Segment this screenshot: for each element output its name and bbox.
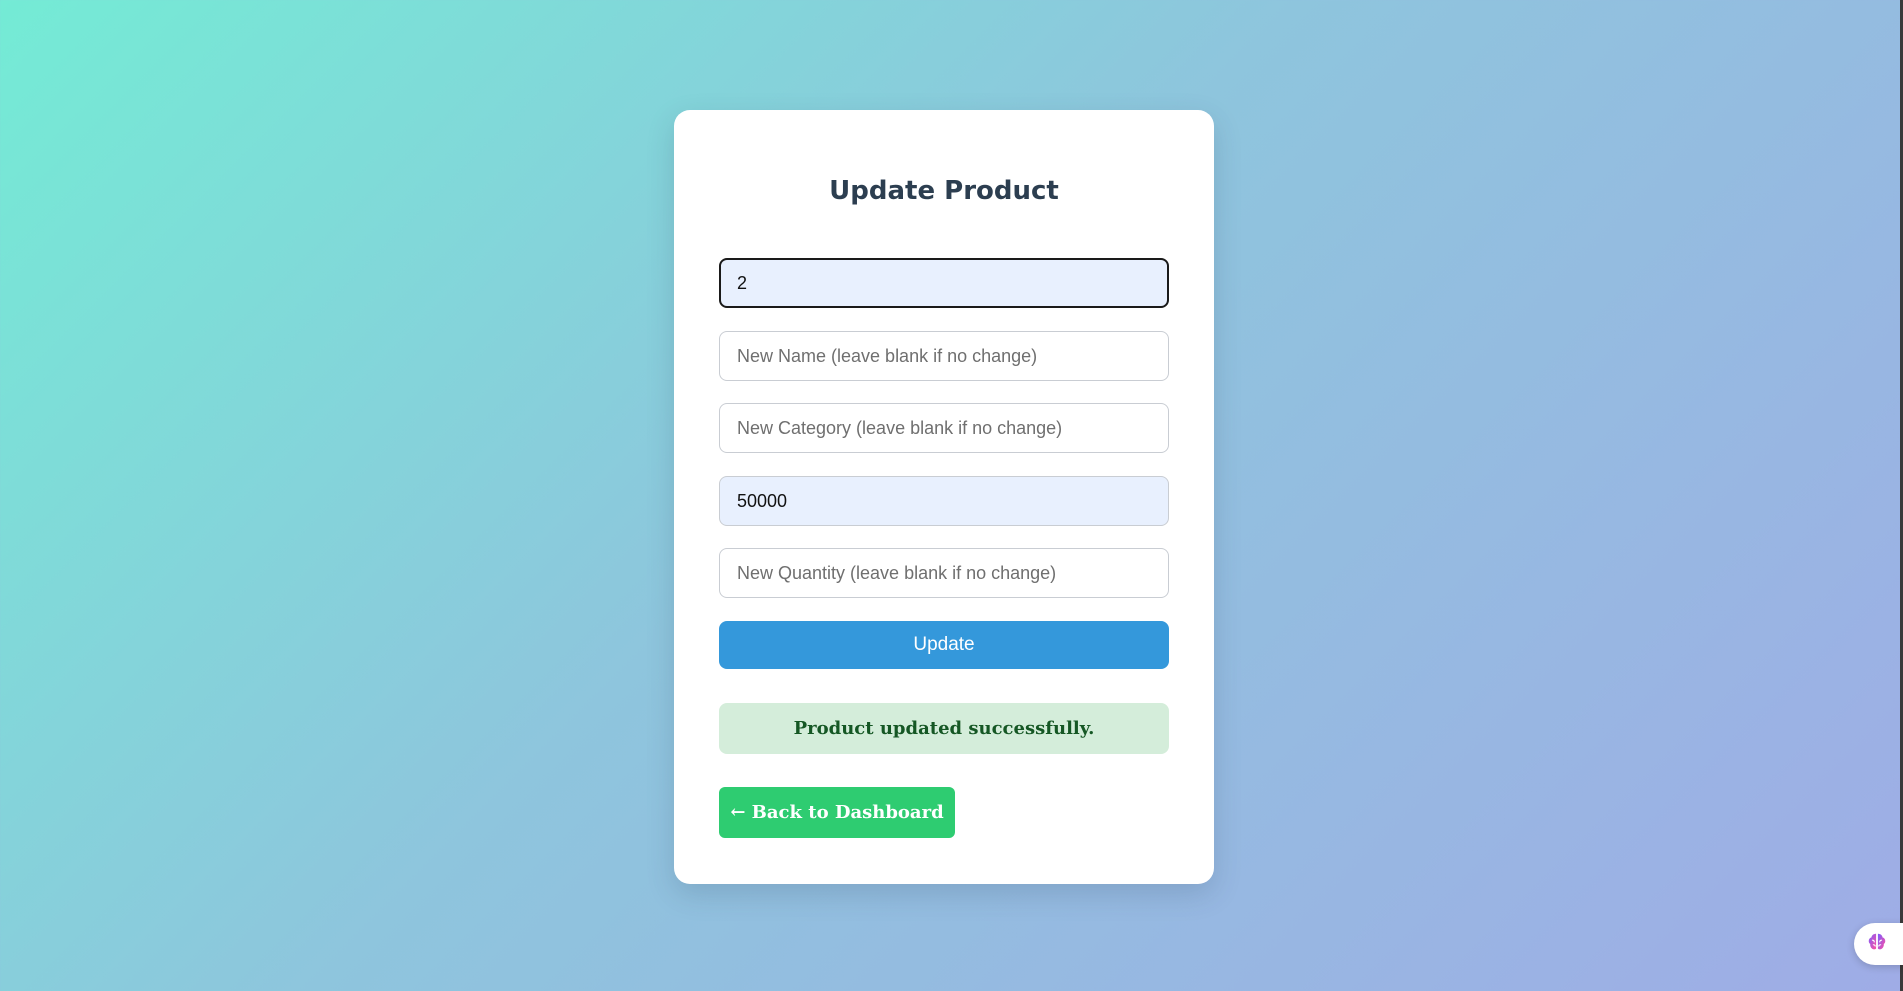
category-input[interactable] bbox=[719, 403, 1169, 453]
price-input[interactable] bbox=[719, 476, 1169, 526]
update-button[interactable]: Update bbox=[719, 621, 1169, 669]
extension-widget[interactable] bbox=[1854, 923, 1903, 965]
product-id-input[interactable] bbox=[719, 258, 1169, 308]
name-input[interactable] bbox=[719, 331, 1169, 381]
quantity-input[interactable] bbox=[719, 548, 1169, 598]
update-product-card: Update Product Update Product updated su… bbox=[674, 110, 1214, 884]
back-to-dashboard-button[interactable]: ← Back to Dashboard bbox=[719, 787, 955, 838]
page-title: Update Product bbox=[829, 176, 1059, 206]
brain-icon bbox=[1866, 931, 1888, 958]
success-message: Product updated successfully. bbox=[719, 703, 1169, 754]
